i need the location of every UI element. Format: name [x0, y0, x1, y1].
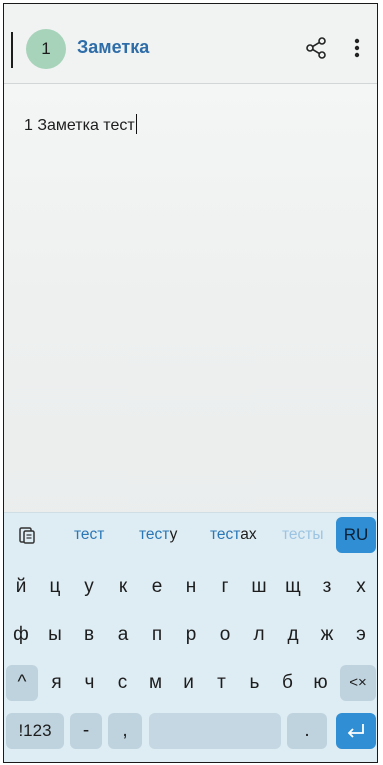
note-number-badge: 1 [26, 29, 66, 69]
key[interactable]: е [140, 567, 174, 607]
key[interactable]: л [242, 615, 276, 655]
key[interactable]: г [208, 567, 242, 607]
note-editor[interactable]: 1 Заметка тест [24, 114, 138, 135]
key[interactable]: й [4, 567, 38, 607]
key[interactable]: р [174, 615, 208, 655]
key[interactable]: т [205, 663, 238, 703]
page-title: Заметка [77, 37, 150, 57]
key[interactable]: с [106, 663, 139, 703]
back-indicator[interactable] [11, 32, 13, 68]
suggestion-1[interactable]: тест [74, 526, 104, 544]
key[interactable]: м [139, 663, 172, 703]
comma-key[interactable]: , [108, 713, 142, 749]
key[interactable]: ь [238, 663, 271, 703]
key[interactable]: ч [73, 663, 106, 703]
key-row-2: ф ы в а п р о л д ж э [4, 615, 377, 655]
key[interactable]: б [271, 663, 304, 703]
phone-frame: 1 Заметка 1 Заметка тест тест тесту тест… [3, 3, 378, 763]
enter-icon [347, 724, 364, 738]
key[interactable]: у [72, 567, 106, 607]
suggestion-3[interactable]: тестах [210, 526, 257, 544]
key-row-3: ^ я ч с м и т ь б ю <× [4, 663, 377, 703]
key[interactable]: д [276, 615, 310, 655]
on-screen-keyboard: тест тесту тестах тесты RU й ц у к е н г… [4, 512, 377, 762]
key[interactable]: ф [4, 615, 38, 655]
key[interactable]: х [344, 567, 377, 607]
more-vert-icon[interactable] [352, 36, 362, 60]
key[interactable]: ж [310, 615, 344, 655]
key[interactable]: ы [38, 615, 72, 655]
key[interactable]: ц [38, 567, 72, 607]
key-row-1: й ц у к е н г ш щ з х [4, 567, 377, 607]
key[interactable]: о [208, 615, 242, 655]
numbers-key[interactable]: !123 [6, 713, 64, 749]
suggestion-bar: тест тесту тестах тесты RU [4, 513, 377, 557]
key[interactable]: я [40, 663, 73, 703]
key[interactable]: н [174, 567, 208, 607]
key[interactable]: ю [304, 663, 337, 703]
suggestion-2[interactable]: тесту [139, 526, 177, 544]
period-key[interactable]: . [287, 713, 327, 749]
key[interactable]: а [106, 615, 140, 655]
key[interactable]: э [344, 615, 377, 655]
key[interactable]: в [72, 615, 106, 655]
key[interactable]: щ [276, 567, 310, 607]
text-cursor [135, 114, 138, 134]
key[interactable]: ш [242, 567, 276, 607]
key[interactable]: и [172, 663, 205, 703]
share-icon[interactable] [304, 36, 328, 60]
app-bar: 1 Заметка [4, 4, 377, 84]
key[interactable]: з [310, 567, 344, 607]
key-row-4: !123 - , . [4, 711, 377, 751]
shift-key[interactable]: ^ [6, 665, 38, 701]
dash-key[interactable]: - [70, 713, 102, 749]
key[interactable]: к [106, 567, 140, 607]
backspace-key[interactable]: <× [340, 665, 376, 701]
space-bar[interactable] [149, 713, 281, 749]
clipboard-icon[interactable] [18, 525, 36, 545]
language-button[interactable]: RU [336, 517, 376, 553]
enter-key[interactable] [336, 713, 376, 749]
suggestion-4[interactable]: тесты [282, 526, 330, 544]
note-text: 1 Заметка тест [24, 117, 135, 134]
key[interactable]: п [140, 615, 174, 655]
